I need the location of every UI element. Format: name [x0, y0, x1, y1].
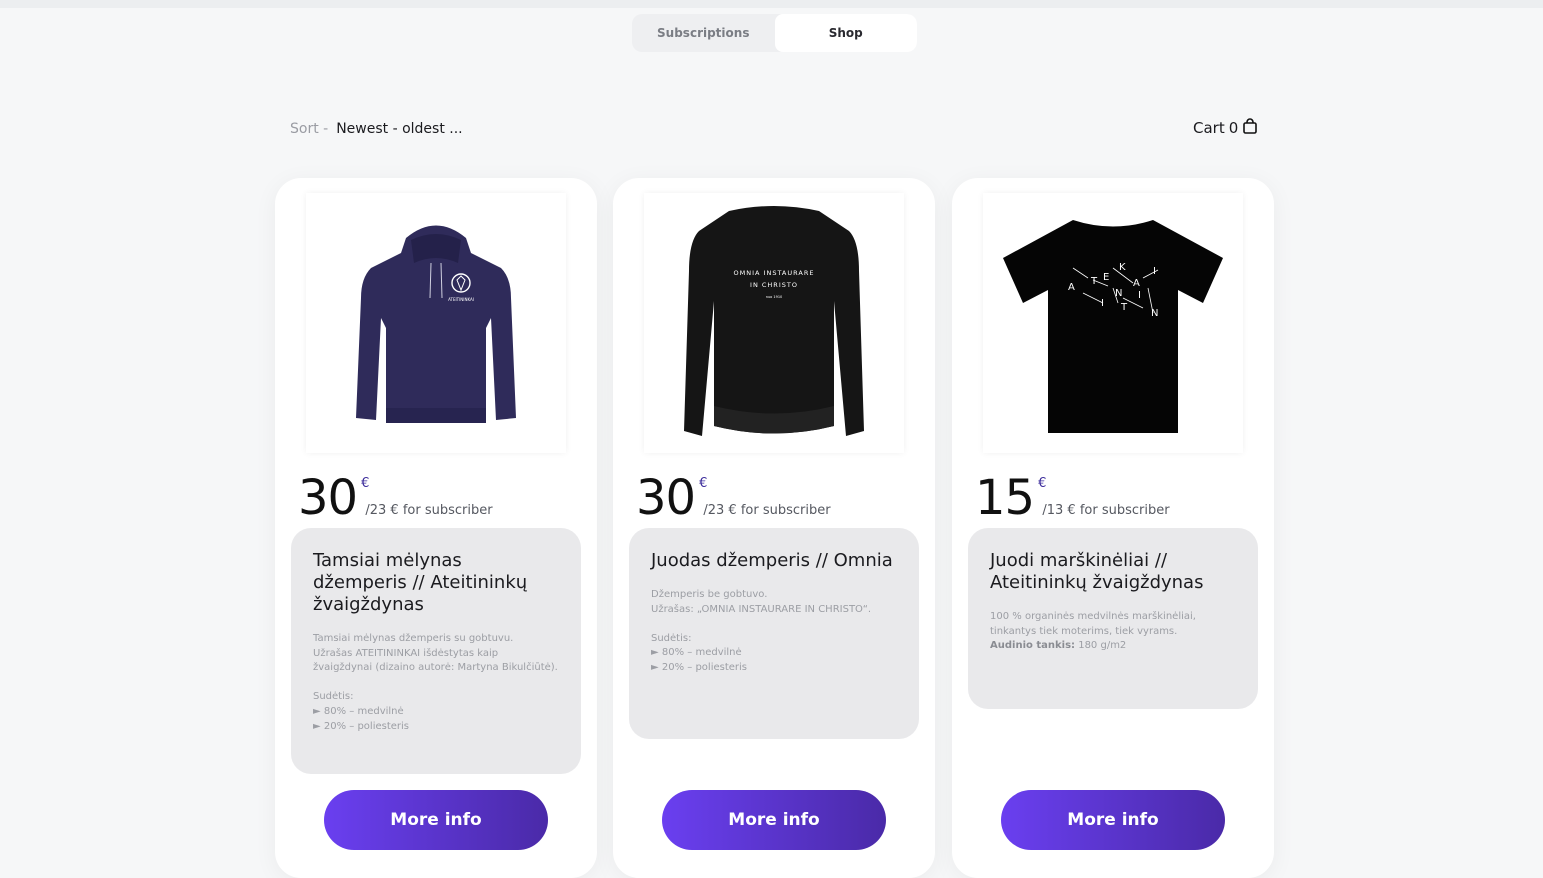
product-card: ATEITININKAI 30 € /23 € for subscriber T…: [275, 178, 597, 878]
product-card: OMNIA INSTAURARE IN CHRISTO nuo 1910 30 …: [613, 178, 935, 878]
sweatshirt-print-line2: IN CHRISTO: [750, 281, 798, 289]
svg-text:I: I: [1138, 290, 1141, 301]
price-value: 15: [975, 470, 1035, 526]
price-block: 30 € /23 € for subscriber: [636, 470, 831, 526]
product-info: Tamsiai mėlynas džemperis // Ateitininkų…: [291, 528, 581, 774]
sort-dropdown[interactable]: Newest - oldest ...: [336, 121, 462, 137]
top-bar: [0, 0, 1543, 8]
shopping-bag-icon: [1242, 118, 1258, 138]
product-description: 100 % organinės medvilnės marškinėliai, …: [990, 610, 1236, 654]
sort-label: Sort -: [290, 121, 329, 137]
sweatshirt-print-line3: nuo 1910: [766, 295, 783, 299]
price-currency: €: [699, 476, 708, 491]
tab-switcher: Subscriptions Shop: [632, 14, 917, 52]
tab-shop[interactable]: Shop: [774, 14, 917, 52]
subscriber-price: /13 € for subscriber: [1042, 503, 1170, 518]
product-description: Tamsiai mėlynas džemperis su gobtuvu. Už…: [313, 633, 558, 732]
cart-label: Cart: [1193, 119, 1225, 137]
density-label: Audinio tankis:: [990, 640, 1076, 652]
svg-text:I: I: [1101, 298, 1104, 309]
subscriber-price: /23 € for subscriber: [703, 503, 831, 518]
svg-text:A: A: [1133, 278, 1140, 289]
cart-button[interactable]: Cart 0: [1193, 118, 1258, 138]
product-title: Tamsiai mėlynas džemperis // Ateitininkų…: [313, 550, 528, 615]
tab-subscriptions[interactable]: Subscriptions: [632, 14, 775, 52]
density-value: 180 g/m2: [1075, 640, 1127, 652]
product-image-tshirt[interactable]: ATE KAI NII TN: [983, 193, 1243, 453]
more-info-button[interactable]: More info: [1001, 790, 1225, 850]
svg-text:I: I: [1153, 266, 1156, 277]
price-currency: €: [361, 476, 370, 491]
svg-text:N: N: [1151, 308, 1158, 319]
svg-text:T: T: [1090, 276, 1098, 287]
svg-text:A: A: [1068, 282, 1075, 293]
product-image-sweatshirt[interactable]: OMNIA INSTAURARE IN CHRISTO nuo 1910: [644, 193, 904, 453]
sweatshirt-print-line1: OMNIA INSTAURARE: [734, 269, 815, 277]
product-info: Juodi marškinėliai // Ateitininkų žvaigž…: [968, 528, 1258, 709]
more-info-button[interactable]: More info: [662, 790, 886, 850]
subscriber-price: /23 € for subscriber: [365, 503, 493, 518]
product-card: ATE KAI NII TN 15 € /13 € for subscriber…: [952, 178, 1274, 878]
svg-text:T: T: [1120, 302, 1128, 313]
svg-text:E: E: [1103, 272, 1109, 283]
price-value: 30: [298, 470, 358, 526]
hoodie-print-text: ATEITININKAI: [448, 297, 474, 302]
price-block: 30 € /23 € for subscriber: [298, 470, 493, 526]
product-image-hoodie[interactable]: ATEITININKAI: [306, 193, 566, 453]
cart-count: 0: [1228, 119, 1239, 137]
product-description: Džemperis be gobtuvo. Užrašas: „OMNIA IN…: [651, 589, 872, 673]
product-title: Juodi marškinėliai // Ateitininkų žvaigž…: [990, 550, 1204, 593]
sort-control: Sort - Newest - oldest ...: [290, 121, 463, 137]
description-text: 100 % organinės medvilnės marškinėliai, …: [990, 611, 1196, 637]
more-info-button[interactable]: More info: [324, 790, 548, 850]
product-title: Juodas džemperis // Omnia: [651, 550, 893, 571]
price-value: 30: [636, 470, 696, 526]
svg-text:N: N: [1115, 288, 1122, 299]
price-currency: €: [1038, 476, 1047, 491]
svg-text:K: K: [1119, 262, 1126, 273]
price-block: 15 € /13 € for subscriber: [975, 470, 1170, 526]
product-info: Juodas džemperis // Omnia Džemperis be g…: [629, 528, 919, 739]
